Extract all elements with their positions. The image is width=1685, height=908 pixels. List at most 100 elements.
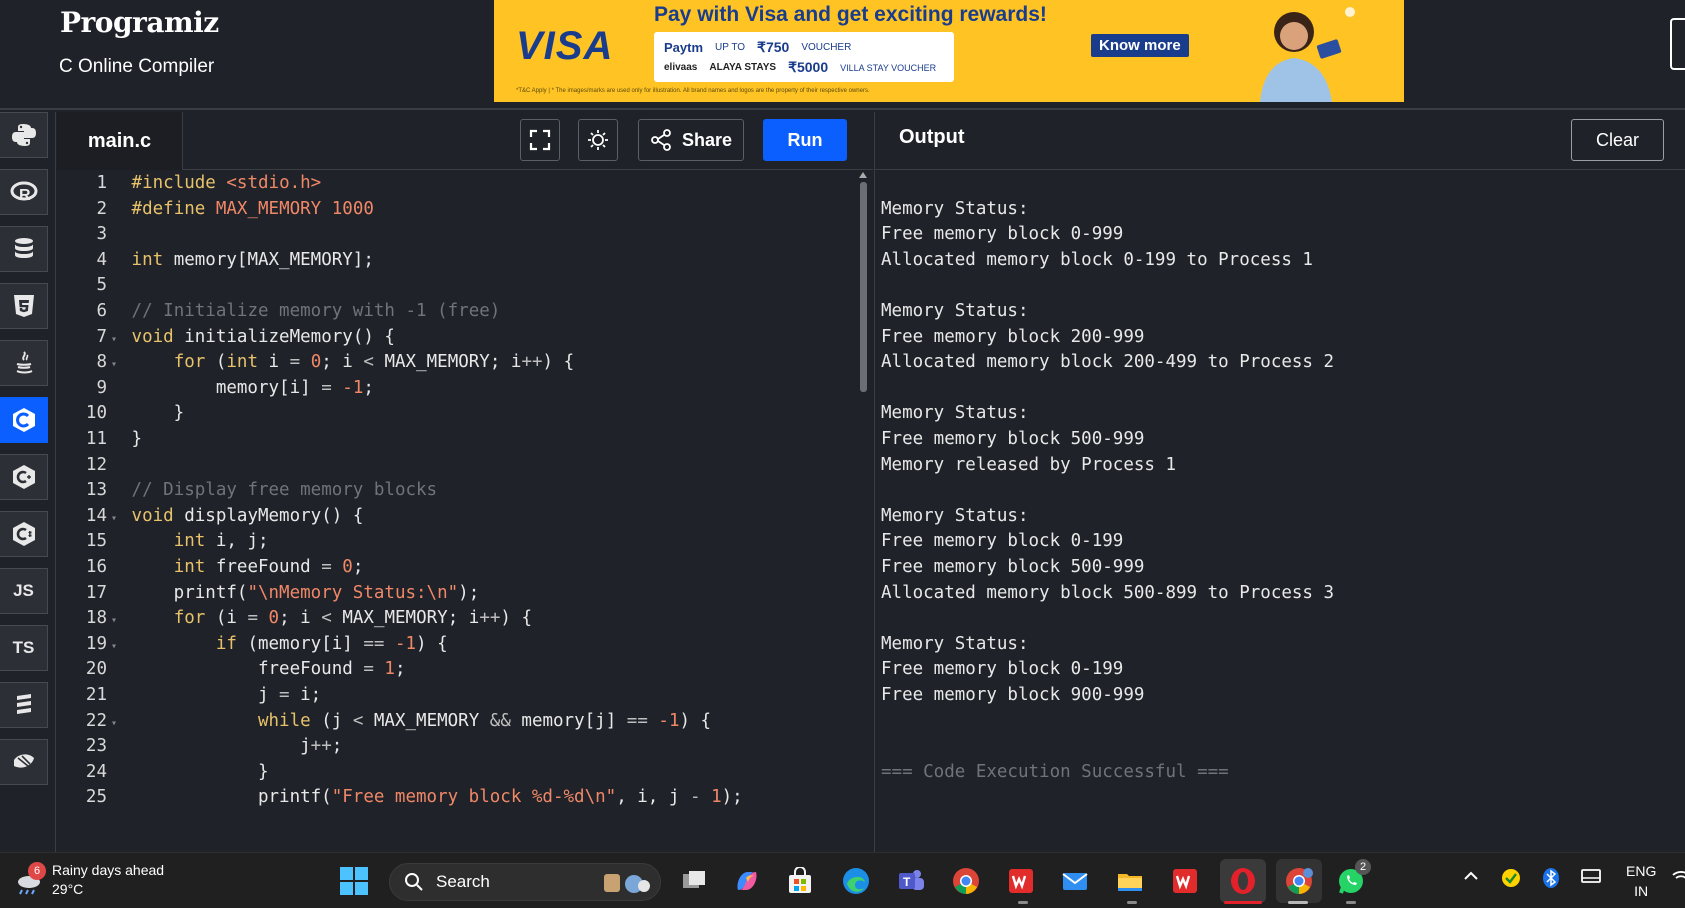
go-lang-button[interactable] xyxy=(0,739,48,785)
code-line[interactable]: 25 printf("Free memory block %d-%d\n", i… xyxy=(57,784,743,811)
code-line[interactable]: 8 ▾ for (int i = 0; i < MAX_MEMORY; i++) … xyxy=(57,349,574,376)
code-line[interactable]: 10 } xyxy=(57,400,184,427)
line-number: 15 xyxy=(85,531,107,552)
java-lang-button[interactable] xyxy=(0,340,48,386)
output-line: Free memory block 0-199 xyxy=(881,531,1124,552)
editor-scrollbar[interactable] xyxy=(860,182,867,392)
code-line[interactable]: 13 // Display free memory blocks xyxy=(57,477,437,504)
language-sidebar: R JS TS xyxy=(0,112,56,852)
output-line: Allocated memory block 0-199 to Process … xyxy=(881,249,1313,270)
code-line[interactable]: 3 xyxy=(57,221,132,248)
code-line[interactable]: 22 ▾ while (j < MAX_MEMORY && memory[j] =… xyxy=(57,708,711,735)
norton-tray-icon[interactable] xyxy=(1500,867,1522,892)
r-lang-button[interactable]: R xyxy=(0,169,48,215)
output-line: Free memory block 200-999 xyxy=(881,326,1145,347)
input-language-indicator[interactable]: ENG IN xyxy=(1626,861,1656,901)
code-line[interactable]: 20 freeFound = 1; xyxy=(57,656,406,683)
search-placeholder: Search xyxy=(436,872,490,891)
weather-widget[interactable]: 6 Rainy days ahead 29°C xyxy=(12,861,164,899)
task-view-button[interactable] xyxy=(676,863,712,899)
code-line[interactable]: 12 xyxy=(57,452,132,479)
code-text: } xyxy=(121,429,143,449)
code-line[interactable]: 11 } xyxy=(57,426,142,453)
c-lang-button[interactable] xyxy=(0,397,48,443)
code-text: for (int i = 0; i < MAX_MEMORY; i++) { xyxy=(173,352,575,373)
code-line[interactable]: 4 int memory[MAX_MEMORY]; xyxy=(57,247,373,274)
scroll-up-arrow-icon[interactable] xyxy=(859,172,867,178)
csharp-lang-button[interactable] xyxy=(0,511,48,557)
code-line[interactable]: 19 ▾ if (memory[i] == -1) { xyxy=(57,631,448,658)
running-indicator xyxy=(1288,901,1308,904)
opera-button[interactable] xyxy=(1220,859,1266,903)
line-number: 19 xyxy=(85,633,107,654)
header-right-control[interactable] xyxy=(1670,18,1685,70)
html-lang-button[interactable] xyxy=(0,283,48,329)
cpp-lang-button[interactable] xyxy=(0,454,48,500)
code-text: printf("\nMemory Status:\n"); xyxy=(121,582,480,603)
code-line[interactable]: 24 } xyxy=(57,759,269,786)
cpp-icon xyxy=(12,465,35,489)
typescript-lang-button[interactable]: TS xyxy=(0,625,48,671)
sql-lang-button[interactable] xyxy=(0,226,48,272)
taskbar-search[interactable]: Search xyxy=(389,863,661,901)
chrome-button[interactable] xyxy=(948,863,984,899)
fullscreen-button[interactable] xyxy=(520,119,560,161)
code-line[interactable]: 18 ▾ for (i = 0; i < MAX_MEMORY; i++) { xyxy=(57,605,532,632)
wps-button[interactable] xyxy=(1003,863,1039,899)
teams-button[interactable]: T xyxy=(893,863,929,899)
code-line[interactable]: 9 memory[i] = -1; xyxy=(57,375,373,402)
tray-overflow-chevron-icon[interactable] xyxy=(1462,867,1480,888)
code-line[interactable]: 16 int freeFound = 0; xyxy=(57,554,363,581)
sun-icon xyxy=(588,130,608,150)
search-icon xyxy=(405,873,423,891)
wifi-icon[interactable] xyxy=(1672,867,1685,890)
csharp-icon xyxy=(12,522,35,546)
mail-button[interactable] xyxy=(1057,863,1093,899)
database-icon xyxy=(14,238,33,258)
line-number: 21 xyxy=(85,685,107,705)
code-line[interactable]: 6 // Initialize memory with -1 (free) xyxy=(57,298,500,325)
code-text: printf("Free memory block %d-%d\n", i, j… xyxy=(121,787,743,808)
code-line[interactable]: 2 #define MAX_MEMORY 1000 xyxy=(57,196,373,223)
file-explorer-button[interactable] xyxy=(1112,863,1148,899)
run-button[interactable]: Run xyxy=(763,119,847,161)
ad-person-image xyxy=(1260,7,1355,102)
code-line[interactable]: 23 j++; xyxy=(57,733,342,760)
wps-office-button[interactable] xyxy=(1167,863,1203,899)
line-number: 18 xyxy=(85,608,107,629)
know-more-button[interactable]: Know more xyxy=(1091,34,1189,57)
output-line: Free memory block 0-999 xyxy=(881,224,1124,245)
code-line[interactable]: 14 ▾ void displayMemory() { xyxy=(57,503,363,530)
windows-start-button[interactable] xyxy=(336,863,372,899)
edge-button[interactable] xyxy=(838,863,874,899)
r-icon: R xyxy=(10,181,37,204)
code-line[interactable]: 7 ▾ void initializeMemory() { xyxy=(57,324,395,351)
bluetooth-icon[interactable] xyxy=(1542,867,1560,892)
javascript-lang-button[interactable]: JS xyxy=(0,568,48,614)
visa-ad-banner[interactable]: VISA Pay with Visa and get exciting rewa… xyxy=(494,0,1404,102)
code-line[interactable]: 15 int i, j; xyxy=(57,528,269,555)
code-text: // Display free memory blocks xyxy=(131,480,438,501)
share-button[interactable]: Share xyxy=(638,119,744,161)
code-text: int i, j; xyxy=(173,531,269,552)
opera-icon xyxy=(1231,868,1255,894)
code-line[interactable]: 5 xyxy=(57,272,132,299)
offer2-suffix: VILLA STAY VOUCHER xyxy=(840,62,937,73)
microsoft-store-button[interactable] xyxy=(782,863,818,899)
line-number: 11 xyxy=(85,429,107,449)
display-tray-icon[interactable] xyxy=(1580,867,1602,890)
programiz-logo[interactable]: Programiz xyxy=(60,6,219,39)
code-editor[interactable]: 1 #include <stdio.h> 2 #define MAX_MEMORY… xyxy=(57,170,873,852)
clear-button[interactable]: Clear xyxy=(1571,119,1665,161)
scala-lang-button[interactable] xyxy=(0,682,48,728)
output-line: Free memory block 0-199 xyxy=(881,659,1124,680)
code-line[interactable]: 21 j = i; xyxy=(57,682,321,709)
code-line[interactable]: 17 printf("\nMemory Status:\n"); xyxy=(57,580,479,607)
theme-toggle-button[interactable] xyxy=(578,119,618,161)
whatsapp-button[interactable]: 2 xyxy=(1333,859,1371,899)
chrome-profile-button[interactable] xyxy=(1276,859,1322,903)
python-lang-button[interactable] xyxy=(0,112,48,158)
file-tab-main-c[interactable]: main.c xyxy=(57,112,183,170)
copilot-button[interactable] xyxy=(729,863,765,899)
code-line[interactable]: 1 #include <stdio.h> xyxy=(57,170,321,197)
